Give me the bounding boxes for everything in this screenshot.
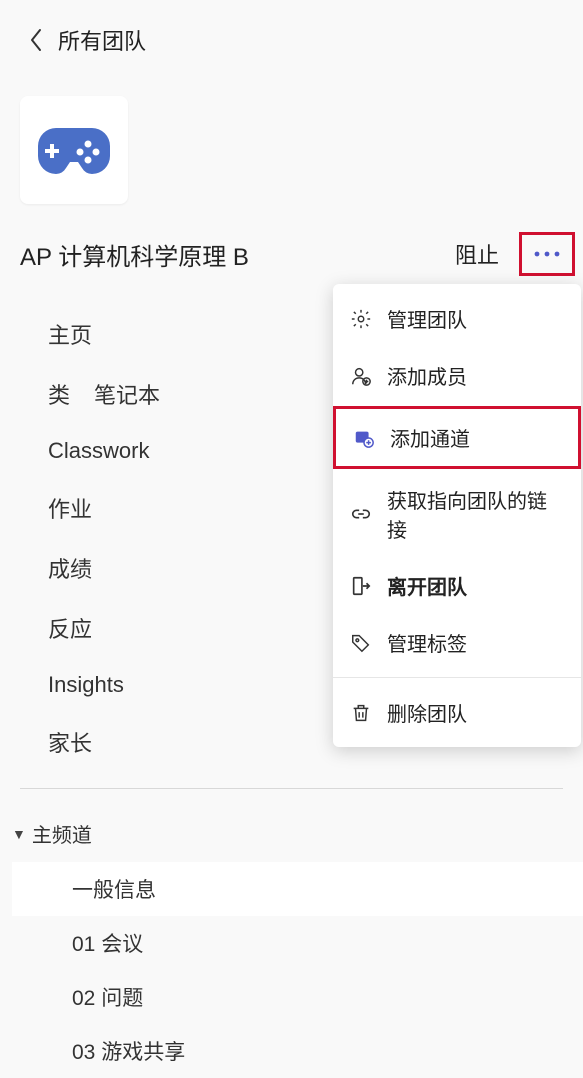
channel-item[interactable]: 02 问题 [72,970,583,1024]
team-avatar [20,96,128,204]
menu-manage-team[interactable]: 管理团队 [333,290,581,347]
nav-assignments-label: 作业 [48,492,92,524]
menu-label: 添加通道 [390,423,470,452]
leave-icon [349,574,373,598]
section-divider [20,788,563,789]
tag-icon [349,631,373,655]
person-add-icon [349,364,373,388]
channel-label: 一般信息 [72,879,156,902]
menu-add-member[interactable]: 添加成员 [333,347,581,404]
gear-icon [349,307,373,331]
menu-get-link[interactable]: 获取指向团队的链接 [333,471,581,557]
menu-divider [333,677,581,678]
block-button[interactable]: 阻止 [455,238,499,270]
channel-item[interactable]: 01 会议 [72,916,583,970]
chevron-left-icon [28,27,44,53]
team-actions: 阻止 [455,232,575,276]
channel-item-general[interactable]: 一般信息 [12,862,583,916]
menu-label: 获取指向团队的链接 [387,485,565,543]
trash-icon [349,701,373,725]
nav-parents-label: 家长 [48,726,92,758]
nav-insights-label: Insights [48,672,124,698]
channel-item[interactable]: 03 游戏共享 [72,1024,583,1078]
channel-section-header[interactable]: ▼ 主频道 [12,813,583,854]
more-options-menu: 管理团队 添加成员 添加通道 [333,284,581,747]
menu-label: 离开团队 [387,571,467,600]
menu-label: 添加成员 [387,361,467,390]
menu-label: 管理标签 [387,628,467,657]
triangle-down-icon: ▼ [12,826,26,842]
gamepad-icon [36,122,112,178]
menu-add-channel[interactable]: 添加通道 [333,406,581,469]
nav-grades-label: 成绩 [48,552,92,584]
channel-label: 02 问题 [72,987,143,1010]
nav-notebook[interactable]: 笔记本 [94,378,160,410]
menu-manage-tags[interactable]: 管理标签 [333,614,581,671]
channel-list: 一般信息 01 会议 02 问题 03 游戏共享 [12,862,583,1078]
channel-section-label: 主频道 [32,819,92,848]
nav-reflect-label: 反应 [48,612,92,644]
team-header: AP 计算机科学原理 B 阻止 [0,204,583,276]
channel-label: 03 游戏共享 [72,1041,185,1064]
back-label: 所有团队 [58,24,146,56]
nav-classwork-label: Classwork [48,438,149,464]
menu-delete-team[interactable]: 删除团队 [333,684,581,741]
nav-class[interactable]: 类 [48,378,70,410]
more-options-button[interactable] [519,232,575,276]
more-horizontal-icon [533,250,561,258]
team-title: AP 计算机科学原理 B [20,237,249,272]
channel-label: 01 会议 [72,933,143,956]
channel-section: ▼ 主频道 一般信息 01 会议 02 问题 03 游戏共享 [0,813,583,1078]
menu-label: 管理团队 [387,304,467,333]
link-icon [349,502,373,526]
menu-leave-team[interactable]: 离开团队 [333,557,581,614]
menu-label: 删除团队 [387,698,467,727]
nav-home-label: 主页 [48,318,92,350]
channel-add-icon [352,426,376,450]
back-navigation[interactable]: 所有团队 [0,0,583,66]
